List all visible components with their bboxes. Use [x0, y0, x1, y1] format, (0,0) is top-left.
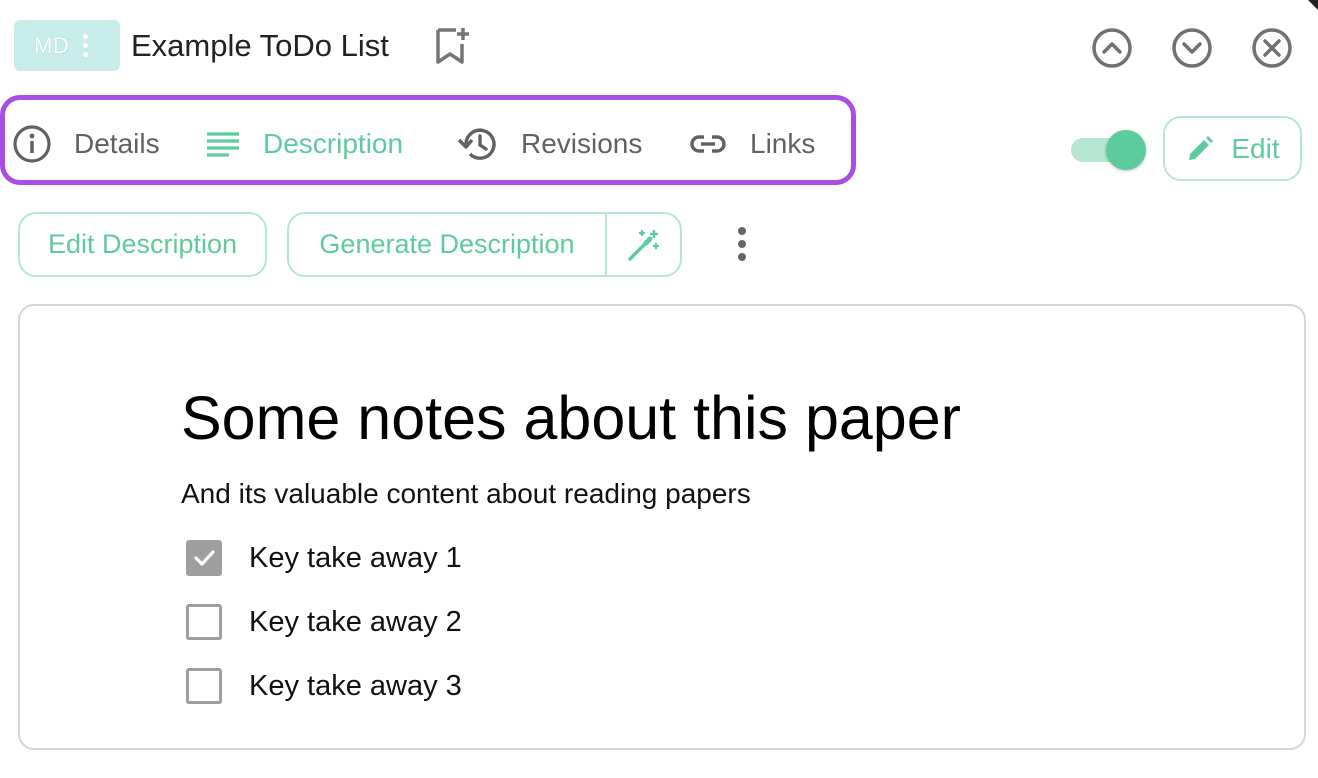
badge-menu-icon[interactable] — [83, 34, 89, 57]
lines-icon — [207, 132, 239, 157]
todo-item: Key take away 2 — [186, 604, 462, 640]
chevron-down-circle-icon[interactable] — [1170, 26, 1214, 70]
todo-item: Key take away 3 — [186, 668, 462, 704]
window-corner — [1308, 0, 1318, 10]
todo-checkbox[interactable] — [186, 540, 222, 576]
tab-links-label: Links — [750, 128, 816, 159]
tab-description[interactable]: Description — [205, 120, 403, 168]
tab-revisions-label: Revisions — [521, 128, 643, 159]
generate-description-button[interactable]: Generate Description — [289, 229, 605, 260]
history-icon — [457, 128, 496, 160]
badge-label: MD — [34, 32, 70, 58]
document-subtitle: And its valuable content about reading p… — [181, 478, 751, 509]
magic-wand-button[interactable] — [607, 227, 680, 263]
tab-revisions[interactable]: Revisions — [457, 120, 642, 168]
edit-button-label: Edit — [1231, 132, 1280, 164]
bookmark-add-icon[interactable] — [434, 26, 472, 66]
magic-wand-icon — [627, 229, 659, 261]
todo-label: Key take away 2 — [249, 605, 462, 638]
todo-label: Key take away 1 — [249, 541, 462, 574]
toggle-knob — [1106, 130, 1146, 170]
todo-checkbox[interactable] — [186, 604, 222, 640]
todo-item: Key take away 1 — [186, 540, 462, 576]
pencil-icon — [1189, 135, 1214, 160]
generate-description-group: Generate Description — [287, 212, 682, 277]
tab-details-label: Details — [74, 128, 160, 159]
tab-links[interactable]: Links — [688, 120, 815, 168]
tab-details[interactable]: Details — [12, 120, 160, 168]
todo-checkbox[interactable] — [186, 668, 222, 704]
edit-button[interactable]: Edit — [1163, 116, 1302, 181]
todo-label: Key take away 3 — [249, 669, 462, 702]
tab-description-label: Description — [263, 128, 404, 159]
more-options-icon[interactable] — [730, 224, 754, 264]
info-icon — [13, 125, 51, 163]
md-badge[interactable]: MD — [14, 20, 120, 71]
close-circle-icon[interactable] — [1250, 26, 1294, 70]
page-title: Example ToDo List — [131, 28, 389, 63]
edit-description-button[interactable]: Edit Description — [18, 212, 267, 277]
view-toggle[interactable] — [1070, 126, 1148, 172]
link-icon — [690, 135, 726, 153]
document-heading: Some notes about this paper — [181, 384, 961, 452]
chevron-up-circle-icon[interactable] — [1090, 26, 1134, 70]
checkmark-icon — [194, 550, 215, 566]
